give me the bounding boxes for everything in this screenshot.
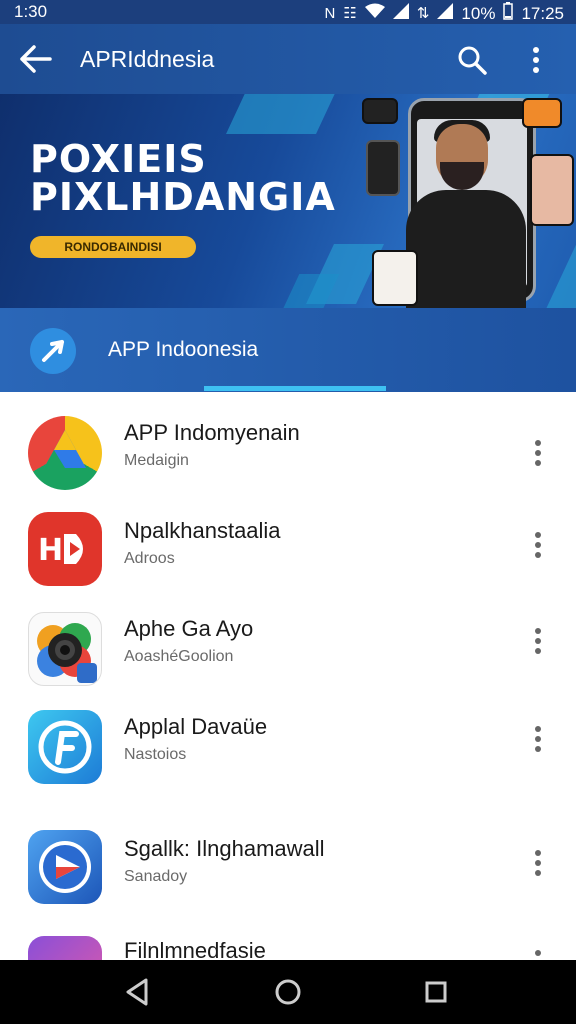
app-subtitle: Medaigin — [124, 452, 189, 469]
vibrate-icon: ☷ — [343, 5, 357, 22]
status-time-right: 17:25 — [521, 4, 564, 23]
search-button[interactable] — [454, 42, 490, 78]
app-name: APP Indomyenain — [124, 420, 300, 445]
battery-saver-icon — [437, 3, 454, 25]
list-item[interactable]: H Npalkhanstaalia Adroos — [0, 504, 576, 604]
item-more-button[interactable] — [526, 722, 550, 756]
camera-card — [362, 98, 398, 124]
app-name: Filnlmnedfasie — [124, 938, 266, 960]
status-right: N ☷ ⇅ 10% 17:25 — [325, 2, 564, 26]
more-vert-icon — [535, 440, 541, 466]
list-item[interactable]: APP Indomyenain Medaigin — [0, 406, 576, 506]
status-time-left: 1:30 — [14, 2, 48, 21]
app-subtitle: Adroos — [124, 550, 175, 567]
more-vert-icon — [535, 532, 541, 558]
svg-text:H: H — [38, 533, 63, 568]
app-icon-play — [28, 830, 102, 904]
app-subtitle: Nastoios — [124, 746, 187, 763]
battery-icon — [503, 2, 514, 26]
nfc-icon: N — [324, 5, 336, 22]
nav-recents-button[interactable] — [418, 974, 454, 1010]
f-logo-icon — [38, 720, 92, 774]
send-arrow-icon — [42, 340, 64, 362]
list-item[interactable]: Sgallk: Ilnghamawall Sanadoy — [0, 822, 576, 922]
app-icon-partial — [28, 936, 102, 960]
decor-shard — [226, 94, 344, 134]
nav-home-icon — [275, 979, 301, 1005]
item-more-button[interactable] — [526, 624, 550, 658]
app-icon-fshare — [28, 710, 102, 784]
app-title: APRIddnesia — [80, 46, 215, 72]
decor-shard — [543, 244, 576, 308]
more-vert-icon — [535, 628, 541, 654]
tab-app-indonesia[interactable]: APP Indoonesia — [108, 338, 258, 362]
item-more-button[interactable] — [526, 528, 550, 562]
app-name: Sgallk: Ilnghamawall — [124, 836, 325, 861]
avatar-card — [372, 250, 418, 306]
nav-recents-icon — [425, 981, 447, 1003]
item-more-button[interactable] — [526, 846, 550, 880]
app-bar: APRIddnesia — [0, 24, 576, 94]
banner-title-line1: POXIEIS — [30, 137, 207, 181]
screen: 1:30 N ☷ ⇅ 10% 17:25 APRIddnesia POXIEIS… — [0, 0, 576, 1024]
app-name: Npalkhanstaalia — [124, 518, 281, 543]
app-subtitle: AoashéGoolion — [124, 648, 234, 665]
item-more-button[interactable] — [526, 436, 550, 470]
hd-play-icon: H — [38, 533, 83, 568]
app-name: Applal Davaüe — [124, 714, 268, 739]
data-icon: ⇅ — [416, 5, 430, 22]
battery-percent: 10% — [461, 4, 496, 23]
app-icon-hd: H — [28, 512, 102, 586]
list-item[interactable]: Aphe Ga Ayo AoashéGoolion — [0, 600, 576, 700]
camera-lens-icon — [37, 623, 97, 683]
signal-icon — [392, 3, 409, 25]
person-illustration — [400, 120, 530, 308]
handheld-phone — [366, 140, 400, 196]
nav-home-button[interactable] — [270, 974, 306, 1010]
tab-app-icon — [30, 328, 76, 374]
nav-back-button[interactable] — [120, 974, 156, 1010]
banner-title: POXIEIS PIXLHDANGIA — [30, 140, 336, 216]
overflow-menu-button[interactable] — [522, 42, 550, 78]
app-list: APP Indomyenain Medaigin H Npalkhanstaal… — [0, 392, 576, 960]
banner-title-line2: PIXLHDANGIA — [30, 175, 336, 219]
wifi-icon — [364, 3, 385, 25]
more-vert-icon — [535, 726, 541, 752]
app-name: Aphe Ga Ayo — [124, 616, 254, 641]
tab-bar: APP Indoonesia — [0, 308, 576, 392]
app-subtitle: Sanadoy — [124, 868, 188, 885]
photo-card — [530, 154, 574, 226]
more-vert-icon — [535, 950, 541, 956]
item-more-button[interactable] — [526, 946, 550, 960]
app-icon-camera — [28, 612, 102, 686]
search-icon — [458, 46, 487, 75]
banner-badge: RONDOBAINDISI — [30, 236, 196, 258]
more-vert-icon — [533, 47, 539, 73]
system-nav-bar — [0, 960, 576, 1024]
promo-banner[interactable]: POXIEIS PIXLHDANGIA RONDOBAINDISI — [0, 94, 576, 308]
list-item[interactable]: Filnlmnedfasie — [0, 930, 576, 960]
more-vert-icon — [535, 850, 541, 876]
play-icon — [39, 841, 91, 893]
arrow-back-icon — [20, 45, 52, 73]
tab-indicator — [204, 386, 386, 391]
status-bar: 1:30 N ☷ ⇅ 10% 17:25 — [0, 0, 576, 24]
back-button[interactable] — [16, 42, 56, 76]
nav-back-icon — [126, 978, 148, 1006]
drive-icon — [44, 430, 86, 468]
app-icon-drive — [28, 416, 102, 490]
list-item[interactable]: Applal Davaüe Nastoios — [0, 698, 576, 798]
